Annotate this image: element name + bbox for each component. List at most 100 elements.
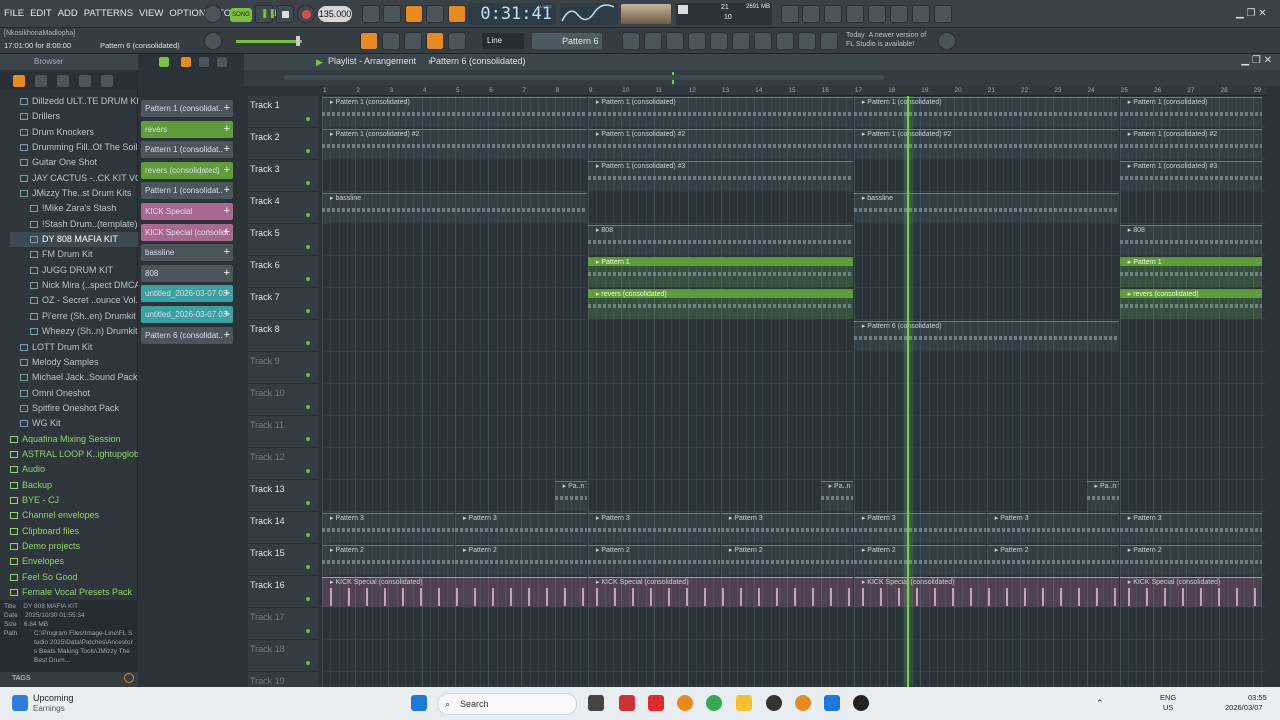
- browser-item[interactable]: Melody Samples: [10, 355, 138, 370]
- playlist-clip[interactable]: ▸ Pattern 3: [322, 513, 454, 543]
- add-pattern-icon[interactable]: +: [224, 327, 230, 344]
- track-header[interactable]: Track 9: [248, 352, 318, 384]
- metronome-icon[interactable]: [362, 5, 380, 23]
- loop-record-icon[interactable]: [448, 5, 466, 23]
- browser-item[interactable]: OZ - Secret ..ounce Vol.1: [10, 293, 138, 308]
- playlist-clip[interactable]: ▸ Pattern 1 (consolidated): [853, 97, 1119, 127]
- browser-item[interactable]: Michael Jack..Sound Pack): [10, 370, 138, 385]
- pattern-picker-item[interactable]: untitled_2026-03-07 03-.. +: [141, 285, 233, 303]
- playlist-clip[interactable]: ▸ Pattern 3: [587, 513, 720, 543]
- play-icon[interactable]: ▶: [316, 57, 323, 68]
- track-enable-led[interactable]: [306, 405, 310, 409]
- track-header[interactable]: Track 5: [248, 224, 318, 256]
- playlist-clip[interactable]: ▸ Pattern 1: [1119, 257, 1262, 287]
- browser-item[interactable]: Guitar One Shot: [10, 155, 138, 170]
- track-header[interactable]: Track 1: [248, 96, 318, 128]
- track-enable-led[interactable]: [306, 277, 310, 281]
- track-enable-led[interactable]: [306, 629, 310, 633]
- windows-start-icon[interactable]: [411, 695, 427, 711]
- overview-scrollbar[interactable]: [284, 75, 884, 80]
- pattern-picker-item[interactable]: 808 +: [141, 264, 233, 282]
- track-header[interactable]: Track 11: [248, 416, 318, 448]
- playlist-grid[interactable]: ▸ Pattern 1 (consolidated) ▸ Pattern 1 (c…: [322, 96, 1266, 687]
- track-enable-led[interactable]: [306, 469, 310, 473]
- browser-item[interactable]: JMizzy The..st Drum Kits: [10, 186, 138, 201]
- pattern-mode-icon[interactable]: [360, 32, 378, 50]
- file-explorer-icon[interactable]: [736, 695, 752, 711]
- playlist-clip[interactable]: ▸ revers (consolidated): [587, 289, 853, 319]
- stop-button[interactable]: [276, 5, 294, 23]
- playlist-icon[interactable]: [622, 32, 640, 50]
- info-icon[interactable]: [912, 5, 930, 23]
- search-icon[interactable]: [124, 673, 134, 683]
- youtube-icon[interactable]: [648, 695, 664, 711]
- browser-item[interactable]: WG Kit: [10, 416, 138, 431]
- playlist-clip[interactable]: ▸ Pattern 1 (consolidated): [1119, 97, 1262, 127]
- chrome-icon[interactable]: [706, 695, 722, 711]
- add-pattern-icon[interactable]: +: [224, 100, 230, 117]
- browser-item[interactable]: Clipboard files: [10, 524, 138, 539]
- track-header[interactable]: Track 15: [248, 544, 318, 576]
- refresh-icon[interactable]: [781, 5, 799, 23]
- browser-item[interactable]: ASTRAL LOOP K..ightupglobal: [10, 447, 138, 462]
- playlist-clip[interactable]: ▸ bassline: [853, 193, 1119, 223]
- browser-item[interactable]: Envelopes: [10, 554, 138, 569]
- track-enable-led[interactable]: [306, 597, 310, 601]
- tray-chevron-icon[interactable]: ⌃: [1096, 698, 1104, 709]
- add-pattern-icon[interactable]: +: [224, 224, 230, 241]
- tempo-display[interactable]: 135.000: [318, 6, 352, 22]
- browser-all-icon[interactable]: [12, 74, 26, 88]
- pattern-picker-item[interactable]: Pattern 1 (consolidat.. +: [141, 100, 233, 117]
- playlist-clip[interactable]: ▸ Pattern 2: [986, 545, 1119, 575]
- track-header[interactable]: Track 6: [248, 256, 318, 288]
- browser-item[interactable]: Pi'erre (Sh..en) Drumkit: [10, 309, 138, 324]
- pattern-picker-item[interactable]: revers +: [141, 120, 233, 138]
- add-pattern-icon[interactable]: +: [224, 203, 230, 220]
- browser-item[interactable]: Drumming Fill..Of The Soil: [10, 140, 138, 155]
- playlist-clip[interactable]: ▸ KICK Special (consolidated): [853, 577, 1119, 607]
- mixer-icon[interactable]: [802, 5, 820, 23]
- pattern-picker-item[interactable]: KICK Special +: [141, 202, 233, 220]
- pattern-picker-item[interactable]: revers (consolidated) +: [141, 161, 233, 179]
- playlist-clip[interactable]: ▸ Pattern 2: [322, 545, 454, 575]
- fl-studio-icon[interactable]: [677, 695, 693, 711]
- track-header[interactable]: Track 8: [248, 320, 318, 352]
- playlist-clip[interactable]: ▸ Pattern 2: [587, 545, 720, 575]
- playlist-clip[interactable]: ▸ Pattern 2: [454, 545, 587, 575]
- menu-view[interactable]: VIEW: [139, 8, 163, 19]
- track-enable-led[interactable]: [306, 533, 310, 537]
- news-icon[interactable]: [938, 32, 956, 50]
- track-enable-led[interactable]: [306, 245, 310, 249]
- tags-bar[interactable]: TAGS: [0, 672, 138, 687]
- browser-item[interactable]: Drillers: [10, 109, 138, 124]
- browser-back-icon[interactable]: [56, 74, 70, 88]
- browser-item[interactable]: Nick Mira (..spect DMCA: [10, 278, 138, 293]
- track-header[interactable]: Track 10: [248, 384, 318, 416]
- track-enable-led[interactable]: [306, 661, 310, 665]
- browser-cloud-icon[interactable]: [100, 74, 114, 88]
- menu-file[interactable]: FILE: [4, 8, 24, 19]
- browser-item[interactable]: DY 808 MAFIA KIT: [10, 232, 138, 248]
- countdown-icon[interactable]: [405, 5, 423, 23]
- taskbar-search[interactable]: ⌕ Search: [437, 693, 577, 715]
- track-header[interactable]: Track 12: [248, 448, 318, 480]
- browser-item[interactable]: Omni Oneshot: [10, 386, 138, 401]
- playlist-clip[interactable]: ▸ Pattern 1 (consolidated) #2: [587, 129, 853, 159]
- master-pitch-slider[interactable]: [236, 36, 302, 46]
- update-notice[interactable]: Today A newer version of FL Studio is av…: [846, 31, 936, 49]
- cart-icon[interactable]: [820, 32, 838, 50]
- save-icon[interactable]: [868, 5, 886, 23]
- browser-item[interactable]: !Stash Drum..(template): [10, 217, 138, 232]
- playlist-clip[interactable]: ▸ Pa..n 5: [554, 481, 587, 511]
- playlist-clip[interactable]: ▸ Pa..n 5: [820, 481, 853, 511]
- browser-item[interactable]: Channel envelopes: [10, 508, 138, 523]
- pattern-selector[interactable]: Pattern 6: [532, 33, 602, 49]
- add-pattern-icon[interactable]: +: [224, 121, 230, 138]
- wait-input-icon[interactable]: [383, 5, 401, 23]
- browser-item[interactable]: FM Drum Kit: [10, 247, 138, 262]
- playlist-clip[interactable]: ▸ Pattern 2: [853, 545, 986, 575]
- add-pattern-icon[interactable]: +: [224, 306, 230, 323]
- add-pattern-icon[interactable]: +: [224, 244, 230, 261]
- playlist-clip[interactable]: ▸ Pattern 1 (consolidated) #2: [853, 129, 1119, 159]
- playlist-clip[interactable]: ▸ Pattern 6 (consolidated): [853, 321, 1119, 351]
